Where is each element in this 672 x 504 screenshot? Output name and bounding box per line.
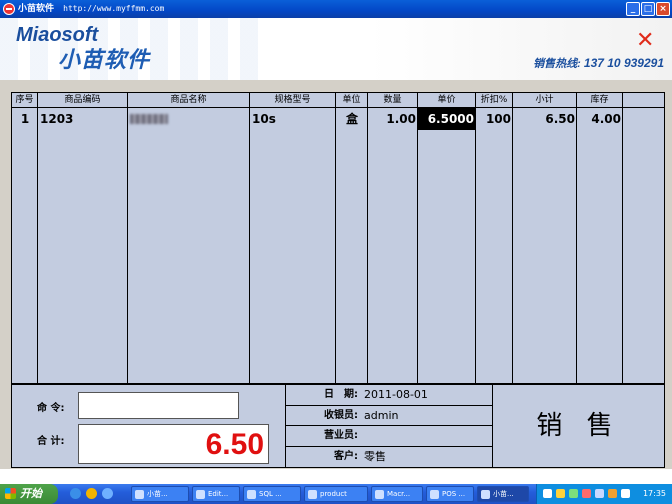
hotline-number: 137 10 939291 [583,56,664,70]
col-discount-header: 折扣% [476,93,513,108]
app-icon [3,3,15,15]
task-button[interactable]: Macr... [371,486,423,502]
table-row[interactable]: 1 1203 10s 盒 1.00 6.5000 100 6.50 4.00 [12,108,664,130]
desktop-icon[interactable] [102,488,113,499]
tray-icon[interactable] [556,489,565,498]
cashier-value: admin [364,408,399,422]
col-qty-header: 数量 [368,93,418,108]
window-title-text: 小苗软件 [18,4,55,14]
col-price-header: 单价 [418,93,476,108]
mode-indicator: 销 售 [536,411,621,441]
maximize-button[interactable]: □ [641,2,655,16]
cell-spec[interactable]: 10s [250,108,336,130]
command-label: 命 令: [37,403,65,414]
cashier-label: 收银员: [324,409,358,421]
task-button[interactable]: POS ... [426,486,474,502]
customer-value[interactable]: 零售 [358,447,386,468]
cashier-row: 收银员: admin [286,406,492,426]
explorer-icon[interactable] [86,488,97,499]
col-stock-header: 库存 [577,93,623,108]
cell-code[interactable]: 1203 [38,108,128,130]
hotline-label: 销售热线: [533,58,581,70]
taskbar: 开始 小苗... Edit... SQL ... product Macr...… [0,484,672,504]
tray-icon[interactable] [543,489,552,498]
redacted-name [130,114,168,124]
task-button[interactable]: SQL ... [243,486,301,502]
col-code-header: 商品编码 [38,93,128,108]
total-label: 合 计: [37,436,65,447]
customer-label: 客户: [334,450,358,462]
cell-discount[interactable]: 100 [476,108,513,130]
col-name-header: 商品名称 [128,93,250,108]
col-subtotal-header: 小计 [513,93,577,108]
task-button[interactable]: Edit... [192,486,240,502]
date-value: 2011-08-01 [364,388,428,401]
col-spec-header: 规格型号 [250,93,336,108]
cell-name[interactable] [128,108,250,130]
sales-hotline: 销售热线: 137 10 939291 [533,55,664,71]
date-row: 日 期: 2011-08-01 [286,385,492,406]
exit-icon[interactable]: ✕ [636,28,654,53]
info-panel: 日 期: 2011-08-01 收银员: admin 营业员: 客户: 零售 [285,385,493,467]
header-banner: Miaosoft 小苗软件 ✕ 销售热线: 137 10 939291 [0,18,672,80]
col-index-header: 序号 [12,93,38,108]
task-button[interactable]: 小苗... [131,486,189,502]
window-title: 小苗软件 http://www.myffmm.com [18,0,164,18]
cell-stock[interactable]: 4.00 [577,108,623,130]
date-label: 日 期: [324,389,358,400]
tray-icon[interactable] [608,489,617,498]
tray-icon[interactable] [569,489,578,498]
task-list: 小苗... Edit... SQL ... product Macr... PO… [131,486,529,502]
col-unit-header: 单位 [336,93,368,108]
system-tray: 17:35 [536,484,672,504]
title-bar: 小苗软件 http://www.myffmm.com _ □ × [0,0,672,18]
ie-icon[interactable] [70,488,81,499]
grid-column-lines [12,93,664,383]
customer-row: 客户: 零售 [286,447,492,468]
tray-icon[interactable] [582,489,591,498]
volume-icon[interactable] [621,489,630,498]
cell-qty[interactable]: 1.00 [368,108,418,130]
close-window-button[interactable]: × [656,2,670,16]
salesperson-value[interactable] [358,426,364,446]
brand-logo-cn: 小苗软件 [58,47,151,73]
command-input[interactable] [78,392,239,419]
sales-grid[interactable]: 序号 商品编码 商品名称 规格型号 单位 数量 单价 折扣% 小计 库存 1 1… [11,92,665,384]
cell-index[interactable]: 1 [12,108,38,130]
salesperson-label: 营业员: [324,430,358,441]
salesperson-row: 营业员: [286,426,492,447]
task-button[interactable]: product [304,486,368,502]
clock: 17:35 [642,489,666,498]
start-button[interactable]: 开始 [0,484,58,504]
window-url: http://www.myffmm.com [63,4,165,13]
col-spare-header [623,93,664,108]
main-frame: 序号 商品编码 商品名称 规格型号 单位 数量 单价 折扣% 小计 库存 1 1… [0,80,672,469]
minimize-button[interactable]: _ [626,2,640,16]
tray-icon[interactable] [595,489,604,498]
bottom-panel: 命 令: 合 计: 6.50 日 期: 2011-08-01 收银员: admi… [11,384,665,468]
cell-unit[interactable]: 盒 [336,108,368,130]
task-button-active[interactable]: 小苗... [477,486,529,502]
cell-subtotal[interactable]: 6.50 [513,108,577,130]
cell-price-selected[interactable]: 6.5000 [418,108,476,130]
grid-header: 序号 商品编码 商品名称 规格型号 单位 数量 单价 折扣% 小计 库存 [12,93,664,108]
total-display: 6.50 [78,424,269,464]
